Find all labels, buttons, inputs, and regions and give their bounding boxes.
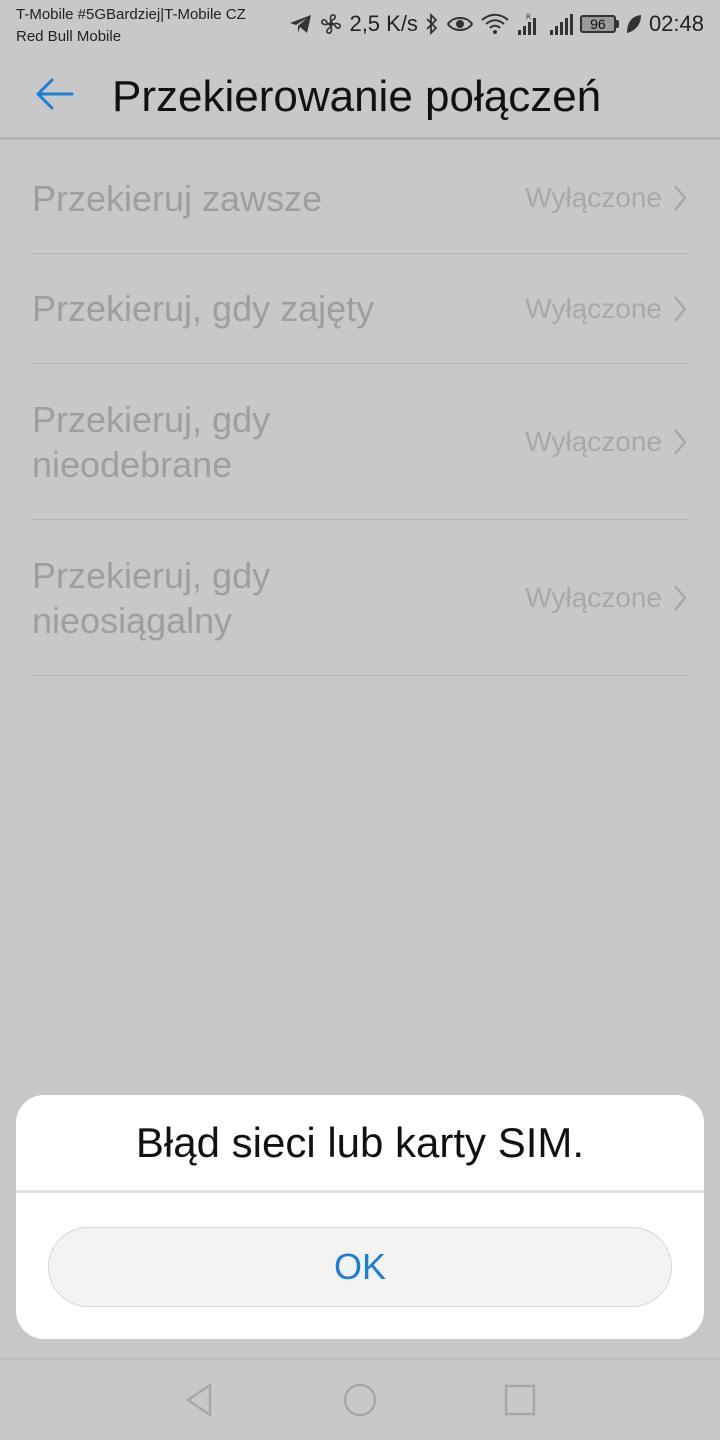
battery-icon: 96 — [579, 15, 619, 33]
error-dialog: Błąd sieci lub karty SIM. OK — [16, 1095, 704, 1339]
navigation-bar — [0, 1358, 720, 1440]
back-button[interactable] — [26, 70, 82, 122]
dialog-divider — [16, 1190, 704, 1193]
nav-recents-button[interactable] — [500, 1380, 540, 1420]
leaf-icon — [625, 13, 643, 35]
carrier-info: T-Mobile #5GBardziej|T-Mobile CZ Red Bul… — [16, 4, 246, 48]
carrier-line-1: T-Mobile #5GBardziej|T-Mobile CZ — [16, 6, 246, 23]
nav-back-button[interactable] — [180, 1380, 220, 1420]
nav-home-button[interactable] — [340, 1380, 380, 1420]
chevron-right-icon — [672, 183, 688, 213]
list-item-always[interactable]: Przekieruj zawsze Wyłączone — [32, 143, 688, 254]
bluetooth-icon — [424, 12, 440, 36]
carrier-line-2: Red Bull Mobile — [16, 28, 122, 45]
telegram-icon — [289, 13, 313, 35]
chevron-right-icon — [672, 294, 688, 324]
app-toolbar: Przekierowanie połączeń — [0, 50, 720, 140]
forwarding-list: Przekieruj zawsze Wyłączone Przekieruj, … — [32, 143, 688, 676]
battery-level: 96 — [579, 15, 616, 33]
list-item-unanswered[interactable]: Przekieruj, gdy nieodebrane Wyłączone — [32, 364, 688, 520]
list-item-label: Przekieruj, gdy nieosiągalny — [32, 554, 271, 641]
list-item-value: Wyłączone — [525, 425, 662, 457]
list-item-label: Przekieruj zawsze — [32, 177, 323, 219]
chevron-right-icon — [672, 427, 688, 457]
ok-button[interactable]: OK — [48, 1227, 672, 1307]
list-item-value: Wyłączone — [525, 581, 662, 613]
arrow-left-icon — [34, 77, 74, 115]
dialog-message: Błąd sieci lub karty SIM. — [135, 1119, 585, 1166]
list-item-label: Przekieruj, gdy zajęty — [32, 288, 375, 329]
signal-icon: R — [516, 12, 542, 36]
fan-icon — [319, 12, 343, 36]
recents-square-icon — [500, 1380, 540, 1420]
eye-icon — [446, 14, 474, 34]
list-item-value: Wyłączone — [525, 292, 662, 324]
net-speed: 2,5 K/s — [349, 11, 418, 36]
page-title: Przekierowanie połączeń — [112, 72, 602, 121]
list-item-unreachable[interactable]: Przekieruj, gdy nieosiągalny Wyłączone — [32, 520, 688, 676]
status-icons: 2,5 K/s R 96 02:48 — [289, 8, 704, 40]
clock: 02:48 — [648, 11, 704, 36]
signal-icon — [548, 12, 574, 36]
list-item-label: Przekieruj, gdy nieodebrane — [32, 398, 271, 485]
chevron-right-icon — [672, 583, 688, 613]
back-triangle-icon — [180, 1380, 220, 1420]
list-item-value: Wyłączone — [525, 182, 662, 213]
svg-text:R: R — [526, 13, 531, 21]
list-item-busy[interactable]: Przekieruj, gdy zajęty Wyłączone — [32, 254, 688, 364]
status-bar: T-Mobile #5GBardziej|T-Mobile CZ Red Bul… — [0, 0, 720, 50]
wifi-icon — [480, 13, 510, 35]
home-circle-icon — [340, 1380, 380, 1420]
